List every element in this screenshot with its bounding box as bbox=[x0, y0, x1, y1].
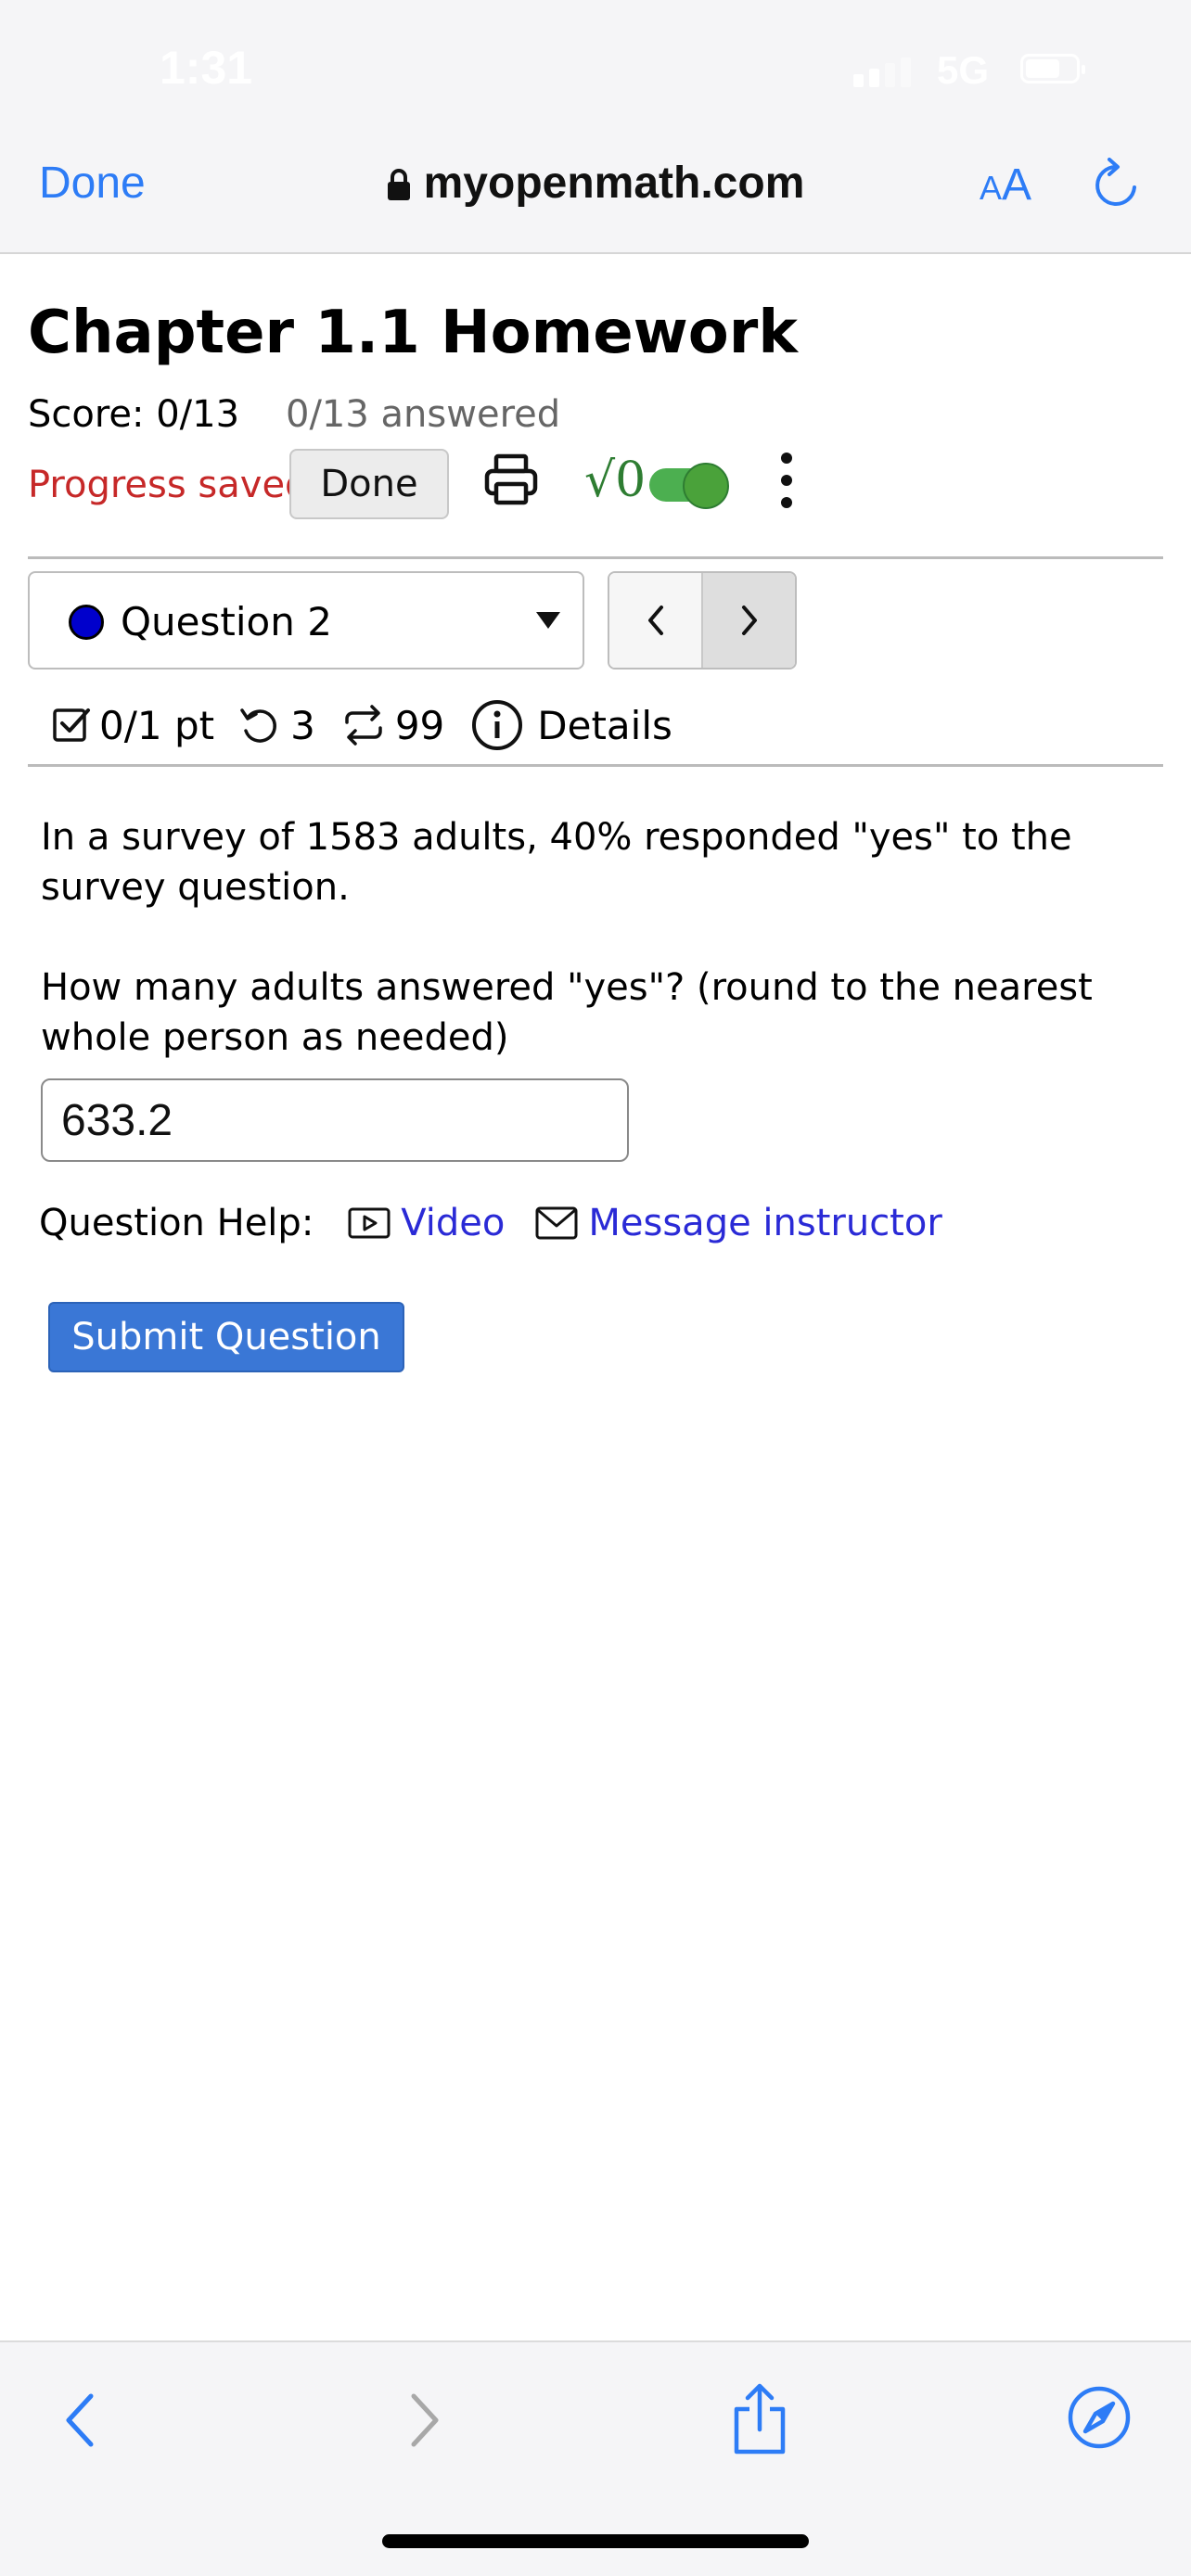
print-icon[interactable] bbox=[482, 451, 540, 512]
question-select-label: Question 2 bbox=[121, 599, 332, 644]
signal-icon bbox=[853, 57, 911, 87]
math-entry-toggle[interactable] bbox=[649, 463, 729, 509]
question-help-label: Question Help: bbox=[39, 1202, 314, 1244]
forward-icon[interactable] bbox=[406, 2391, 443, 2454]
question-text: In a survey of 1583 adults, 40% responde… bbox=[41, 816, 1072, 909]
kebab-menu-icon[interactable] bbox=[777, 453, 796, 508]
details-button[interactable]: Details bbox=[470, 698, 672, 752]
status-bar: 1:31 5G bbox=[0, 0, 1191, 130]
share-icon[interactable] bbox=[729, 2383, 790, 2459]
question-status-dot bbox=[69, 605, 104, 640]
checkbox-icon bbox=[53, 708, 90, 742]
question-help: Question Help: Video Message instructor bbox=[39, 1202, 972, 1244]
url-text: myopenmath.com bbox=[423, 159, 805, 208]
lock-icon bbox=[387, 161, 411, 212]
points-info: 0/1 pt bbox=[51, 703, 214, 748]
answer-input[interactable] bbox=[41, 1078, 629, 1162]
video-icon bbox=[348, 1207, 391, 1239]
page-title: Chapter 1.1 Homework bbox=[28, 299, 798, 367]
battery-icon bbox=[1020, 54, 1085, 83]
retries-info: 3 bbox=[238, 703, 315, 748]
question-nav-buttons bbox=[608, 571, 797, 670]
attempts-info: 99 bbox=[341, 703, 444, 748]
status-time: 1:31 bbox=[160, 42, 253, 94]
question-prompt: How many adults answered "yes"? (round t… bbox=[41, 966, 1093, 1059]
assignment-done-button[interactable]: Done bbox=[289, 449, 449, 519]
math-entry-label: √0 bbox=[584, 453, 647, 508]
question-select[interactable]: Question 2 bbox=[28, 571, 584, 670]
submit-question-button[interactable]: Submit Question bbox=[48, 1302, 404, 1372]
divider bbox=[28, 764, 1163, 767]
video-link[interactable]: Video bbox=[347, 1202, 505, 1244]
score-text: Score: 0/13 bbox=[28, 393, 240, 436]
compass-icon[interactable] bbox=[1067, 2385, 1132, 2454]
retry-icon bbox=[240, 708, 277, 743]
answered-count: 0/13 answered bbox=[286, 393, 561, 436]
progress-saved-status: Progress saved bbox=[28, 464, 309, 506]
message-instructor-link[interactable]: Message instructor bbox=[534, 1202, 942, 1244]
next-question-button[interactable] bbox=[703, 573, 795, 668]
browser-toolbar: Done myopenmath.com AA bbox=[0, 130, 1191, 254]
mail-icon bbox=[535, 1206, 578, 1240]
network-label: 5G bbox=[937, 48, 990, 92]
attempts-icon bbox=[345, 705, 382, 746]
home-indicator[interactable] bbox=[382, 2534, 809, 2548]
reload-icon[interactable] bbox=[1093, 158, 1139, 213]
question-meta: 0/1 pt 3 99 Details bbox=[51, 697, 672, 753]
previous-question-button[interactable] bbox=[609, 573, 703, 668]
info-icon bbox=[472, 700, 523, 750]
text-size-button[interactable]: AA bbox=[980, 159, 1031, 210]
caret-down-icon bbox=[536, 612, 560, 629]
back-icon[interactable] bbox=[61, 2391, 98, 2454]
divider bbox=[28, 556, 1163, 559]
